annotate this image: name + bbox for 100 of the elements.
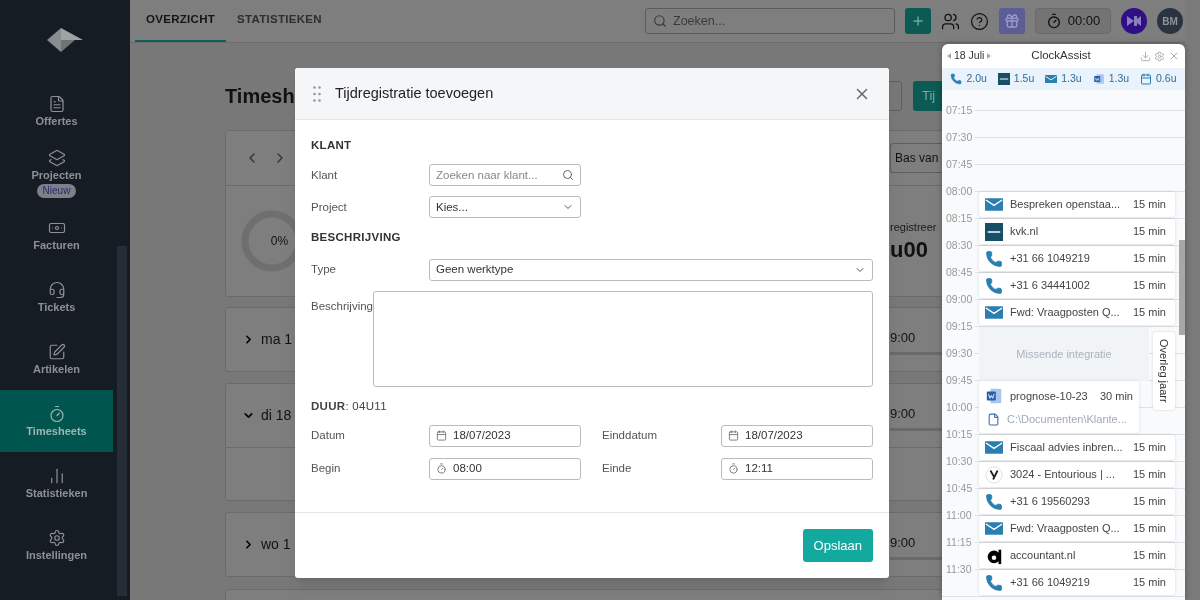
sidebar-label: Facturen bbox=[33, 240, 80, 251]
sidebar-label: Tickets bbox=[37, 302, 76, 313]
sidebar-label: Projecten bbox=[31, 169, 82, 181]
search-icon bbox=[653, 14, 667, 28]
entry-duration: 15 min bbox=[1132, 494, 1166, 510]
entry-duration: 15 min bbox=[1132, 251, 1166, 267]
user-avatar[interactable]: BM bbox=[1157, 8, 1183, 34]
page-title: Timesh bbox=[225, 84, 295, 109]
day-time: 9:00 bbox=[890, 533, 916, 552]
time-label: 10:15 bbox=[945, 426, 974, 442]
entry-duration: 15 min bbox=[1132, 197, 1166, 213]
customer-search-field[interactable]: Zoeken naar klant... bbox=[429, 164, 581, 187]
sidebar-item[interactable]: Statistieken bbox=[0, 452, 113, 514]
time-label: 11:00 bbox=[945, 507, 973, 523]
timer-button[interactable]: 00:00 bbox=[1035, 8, 1111, 34]
video-icon bbox=[1126, 15, 1142, 27]
close-icon[interactable] bbox=[1168, 50, 1180, 62]
sidebar-item[interactable]: Offertes bbox=[0, 80, 113, 142]
entry-title: kvk.nl bbox=[1010, 224, 1040, 240]
phone-icon bbox=[985, 573, 1003, 592]
file-path: C:\Documenten\Klante... bbox=[1007, 411, 1127, 427]
settings-icon[interactable] bbox=[1154, 50, 1165, 62]
timeline-entry[interactable]: Bespreken openstaa... 15 min bbox=[979, 192, 1175, 217]
entry-title: +31 66 1049219 bbox=[1010, 251, 1091, 267]
calendar-icon bbox=[1140, 73, 1153, 85]
page-scrollbar[interactable] bbox=[1185, 0, 1200, 600]
date-field[interactable]: 18/07/2023 bbox=[429, 424, 581, 447]
section-heading: KLANT bbox=[311, 138, 353, 153]
video-avatar[interactable] bbox=[1121, 8, 1147, 34]
envelope-icon bbox=[985, 522, 1003, 535]
time-field[interactable]: 08:00 bbox=[429, 457, 581, 480]
sidebar-item[interactable]: Facturen bbox=[0, 204, 113, 266]
add-button[interactable] bbox=[905, 8, 931, 34]
description-field[interactable] bbox=[373, 290, 873, 387]
type-select[interactable]: Geen werktype bbox=[429, 258, 873, 281]
previous-icon[interactable] bbox=[947, 53, 951, 59]
gift-button[interactable] bbox=[999, 8, 1025, 34]
panel-title: ClockAssist bbox=[1031, 48, 1091, 64]
timeline-entry[interactable]: Fiscaal advies inbren... 15 min bbox=[979, 435, 1175, 460]
time-label: 09:15 bbox=[945, 318, 974, 334]
document-icon bbox=[985, 386, 1003, 405]
entry-title: Fwd: Vraagposten Q... bbox=[1010, 305, 1121, 321]
entry-duration: 15 min bbox=[1132, 224, 1166, 240]
entry-title: +31 66 1049219 bbox=[1010, 575, 1091, 591]
entry-title: Bespreken openstaa... bbox=[1010, 197, 1122, 213]
stopwatch-icon bbox=[1045, 13, 1062, 29]
layers-icon bbox=[47, 148, 66, 167]
headset-icon bbox=[47, 281, 66, 299]
panel-scrollbar[interactable] bbox=[1179, 240, 1185, 335]
time-label: 10:45 bbox=[945, 480, 974, 496]
time-label: 07:45 bbox=[945, 156, 974, 172]
total-hours: 1.5u bbox=[1013, 71, 1035, 87]
drag-handle-icon[interactable] bbox=[313, 85, 321, 102]
entry-title: prognose-10-23 bbox=[1010, 388, 1088, 404]
dialog-title: Tijdregistratie toevoegen bbox=[335, 83, 494, 103]
day-label: ma 1 bbox=[261, 330, 293, 349]
entry-duration: 15 min bbox=[1132, 575, 1166, 591]
duration-text: DUUR: 04U11 bbox=[311, 398, 388, 414]
side-tab[interactable]: Overleg jaarr bbox=[1153, 332, 1175, 410]
timeline-entry[interactable]: +31 6 19560293 15 min bbox=[979, 489, 1175, 514]
timeline-entry[interactable]: +31 66 1049219 15 min bbox=[979, 570, 1175, 595]
timeline-entry[interactable]: +31 66 1049219 15 min bbox=[979, 246, 1175, 271]
day-time: 9:00 bbox=[890, 328, 916, 347]
sidebar-item[interactable]: Projecten Nieuw bbox=[0, 142, 113, 204]
search-icon bbox=[562, 169, 574, 182]
help-icon[interactable] bbox=[970, 11, 989, 31]
project-select[interactable]: Kies... bbox=[429, 196, 581, 219]
timeline-entry[interactable]: 3024 - Entourious | ... 15 min bbox=[979, 462, 1175, 487]
time-label: 10:00 bbox=[945, 399, 974, 415]
time-label: 10:30 bbox=[945, 453, 974, 469]
stopwatch-icon bbox=[436, 463, 447, 475]
timeline-entry[interactable]: prognose-10-23 30 min C:\Documenten\Klante... bbox=[979, 381, 1139, 433]
timeline-entry[interactable]: Fwd: Vraagposten Q... 15 min bbox=[979, 516, 1175, 541]
time-label: 09:30 bbox=[945, 345, 974, 361]
sidebar-item[interactable]: Tickets bbox=[0, 266, 113, 328]
timeline-entry[interactable]: Fwd: Vraagposten Q... 15 min bbox=[979, 300, 1175, 325]
next-icon[interactable] bbox=[987, 53, 992, 59]
sidebar-item[interactable]: Instellingen bbox=[0, 514, 113, 576]
time-label: 07:15 bbox=[945, 102, 974, 118]
sidebar-label: Offertes bbox=[35, 116, 78, 127]
logo-icon bbox=[985, 222, 1003, 241]
timeline-entry[interactable]: +31 6 34441002 15 min bbox=[979, 273, 1175, 298]
stopwatch-icon bbox=[728, 463, 739, 475]
envelope-icon bbox=[985, 441, 1003, 454]
time-field[interactable]: 12:11 bbox=[721, 457, 873, 480]
entry-title: accountant.nl bbox=[1010, 548, 1077, 564]
field-label: Einddatum bbox=[602, 428, 658, 444]
date-field[interactable]: 18/07/2023 bbox=[721, 424, 873, 447]
sidebar-item[interactable]: Timesheets bbox=[0, 390, 113, 452]
download-icon[interactable] bbox=[1140, 50, 1151, 62]
people-icon[interactable] bbox=[941, 11, 960, 31]
sidebar-label: Instellingen bbox=[25, 550, 88, 561]
timeline-entry[interactable]: accountant.nl 15 min bbox=[979, 543, 1175, 568]
field-label: Begin bbox=[311, 461, 342, 477]
progress-label: 0% bbox=[270, 233, 289, 250]
sidebar-item[interactable]: Artikelen bbox=[0, 328, 113, 390]
time-label: 11:30 bbox=[945, 561, 973, 577]
timeline-entry[interactable]: kvk.nl 15 min bbox=[979, 219, 1175, 244]
entry-duration: 15 min bbox=[1132, 521, 1166, 537]
logo-icon bbox=[997, 73, 1010, 85]
